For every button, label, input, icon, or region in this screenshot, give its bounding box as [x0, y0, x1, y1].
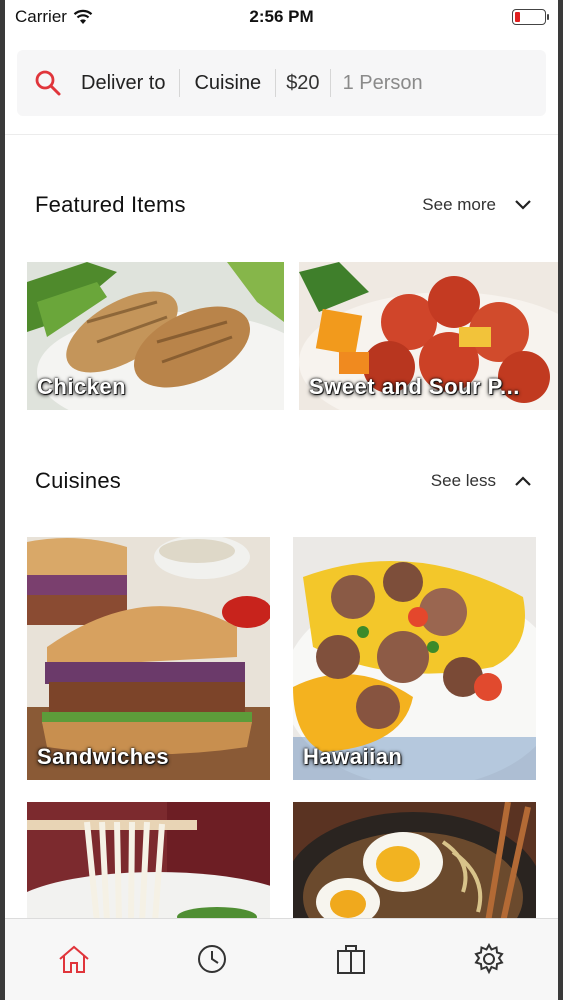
cuisine-tile-ramen[interactable] [293, 802, 536, 922]
cuisine-tile-noodles[interactable] [27, 802, 270, 922]
cuisines-header: Cuisines See less [35, 468, 532, 494]
bag-icon [336, 945, 365, 974]
tab-home[interactable] [49, 941, 99, 977]
featured-title: Featured Items [35, 192, 186, 217]
cuisine-tile-sandwiches[interactable]: Sandwiches [27, 537, 270, 780]
cuisines-title: Cuisines [35, 468, 121, 493]
status-bar: Carrier 2:56 PM [5, 0, 558, 34]
featured-item-label: Sweet and Sour P... [309, 374, 520, 399]
app-screen: Carrier 2:56 PM Deliver to Cuisine $20 1… [0, 0, 563, 1000]
tab-history[interactable] [187, 941, 237, 977]
featured-item-chicken[interactable]: Chicken [27, 262, 284, 410]
tab-settings[interactable] [464, 941, 514, 977]
see-more-button[interactable]: See more [422, 195, 532, 215]
separator [329, 69, 331, 97]
home-icon [59, 945, 89, 973]
separator [179, 69, 181, 97]
cuisine-label: Sandwiches [37, 744, 170, 769]
separator [275, 69, 277, 97]
cuisine-label: Hawaiian [303, 744, 403, 769]
search-filter-bar[interactable]: Deliver to Cuisine $20 1 Person [17, 50, 546, 116]
noodles-image [27, 802, 270, 922]
gear-icon [474, 943, 504, 975]
tab-orders[interactable] [326, 941, 376, 977]
battery-icon [512, 9, 549, 25]
deliver-to-filter[interactable]: Deliver to [81, 72, 165, 95]
chevron-up-icon [515, 476, 531, 486]
featured-item-label: Chicken [37, 374, 127, 399]
clock-icon [198, 945, 227, 973]
see-less-button[interactable]: See less [431, 471, 532, 491]
party-size-filter[interactable]: 1 Person [343, 72, 423, 95]
chevron-down-icon [515, 200, 531, 210]
carrier-group: Carrier [15, 7, 93, 27]
tab-bar [5, 918, 558, 1000]
wifi-icon [73, 9, 93, 24]
search-icon[interactable] [31, 66, 65, 100]
ramen-image [293, 802, 536, 922]
cuisine-tile-hawaiian[interactable]: Hawaiian [293, 537, 536, 780]
carrier-label: Carrier [15, 7, 67, 26]
see-less-label: See less [430, 471, 496, 490]
see-more-label: See more [422, 195, 496, 214]
cuisine-filter[interactable]: Cuisine [194, 72, 261, 95]
price-filter[interactable]: $20 [286, 72, 319, 95]
divider [5, 134, 558, 135]
featured-item-sweet-sour[interactable]: Sweet and Sour P... [299, 262, 558, 410]
featured-header: Featured Items See more [35, 192, 532, 218]
